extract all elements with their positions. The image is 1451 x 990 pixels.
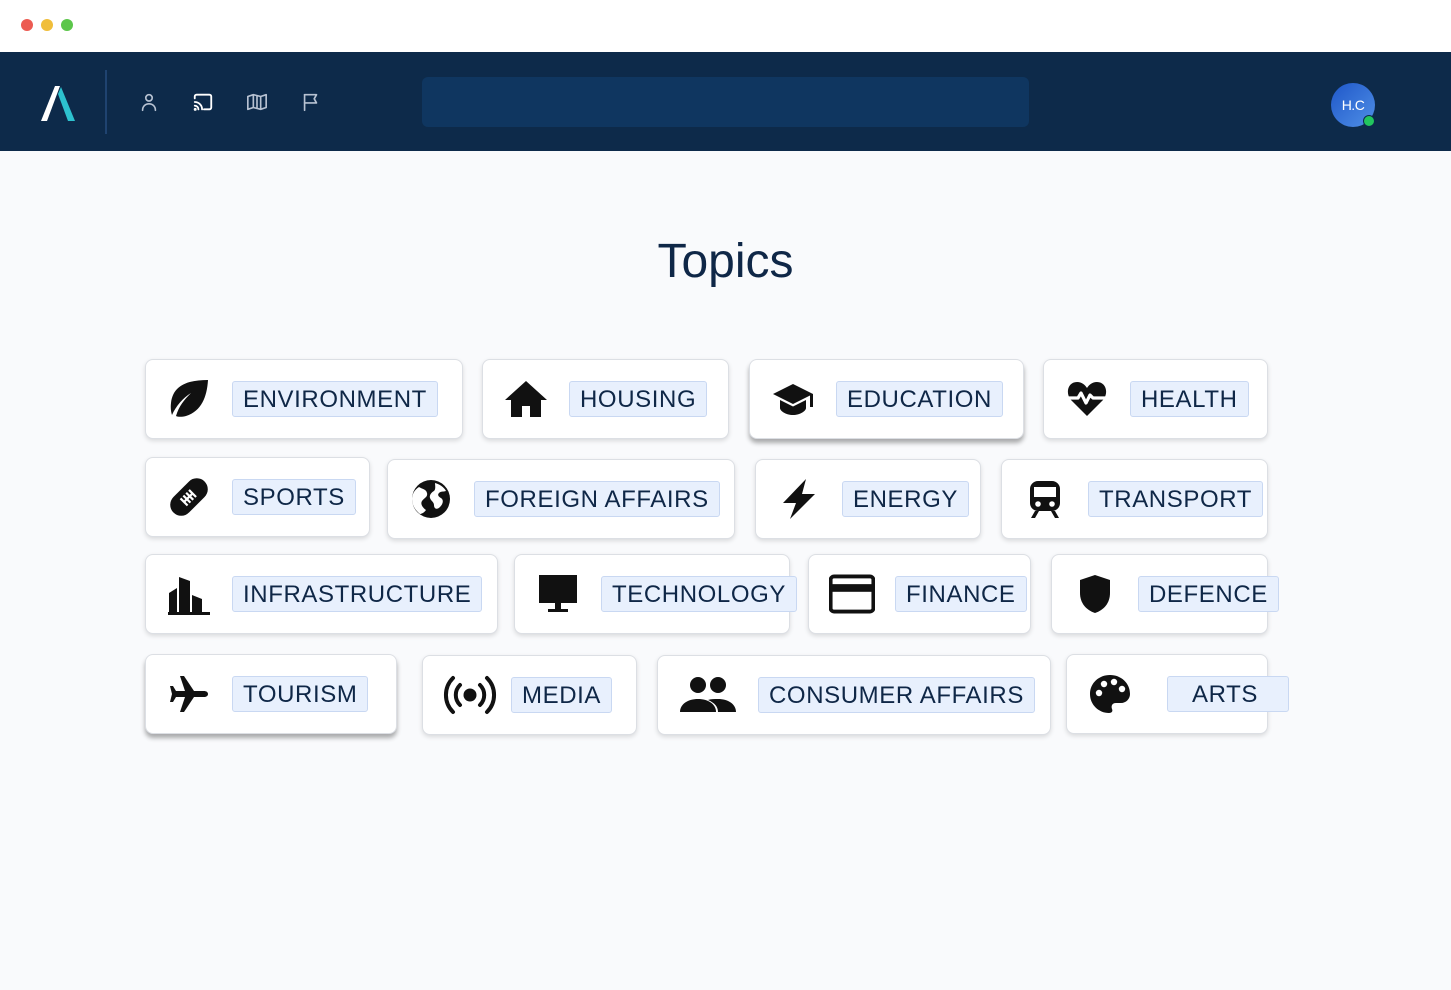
- nav-divider: [105, 70, 107, 134]
- page-title: Topics: [657, 235, 794, 288]
- credit-card-icon: [829, 571, 875, 617]
- top-navbar: H.C: [0, 52, 1451, 151]
- maximize-window-button[interactable]: [61, 19, 73, 31]
- minimize-window-button[interactable]: [41, 19, 53, 31]
- map-icon[interactable]: [246, 91, 268, 113]
- lightning-icon: [776, 476, 822, 522]
- globe-icon: [408, 476, 454, 522]
- topic-card-defence[interactable]: DEFENCE: [1051, 554, 1279, 634]
- online-status-indicator: [1363, 115, 1375, 127]
- topic-label: TRANSPORT: [1088, 481, 1263, 517]
- topic-label: ENVIRONMENT: [232, 381, 438, 417]
- person-icon[interactable]: [138, 91, 160, 113]
- train-icon: [1022, 476, 1068, 522]
- topic-label: DEFENCE: [1138, 576, 1279, 612]
- topic-label: HOUSING: [569, 381, 708, 417]
- topic-card-environment[interactable]: ENVIRONMENT: [145, 359, 463, 439]
- topic-card-consumer-affairs[interactable]: CONSUMER AFFAIRS: [657, 655, 1051, 735]
- topic-label: INFRASTRUCTURE: [232, 576, 483, 612]
- search-input[interactable]: [422, 77, 1029, 127]
- topic-card-media[interactable]: MEDIA: [422, 655, 637, 735]
- topic-card-infrastructure[interactable]: INFRASTRUCTURE: [145, 554, 498, 634]
- football-icon: [166, 474, 212, 520]
- topic-label: TOURISM: [232, 676, 369, 712]
- topic-label: TECHNOLOGY: [601, 576, 798, 612]
- topic-card-housing[interactable]: HOUSING: [482, 359, 729, 439]
- monitor-icon: [535, 571, 581, 617]
- topic-card-technology[interactable]: TECHNOLOGY: [514, 554, 798, 634]
- topic-card-health[interactable]: HEALTH: [1043, 359, 1268, 439]
- cast-icon[interactable]: [192, 91, 214, 113]
- heartbeat-icon: [1064, 376, 1110, 422]
- close-window-button[interactable]: [21, 19, 33, 31]
- topic-card-tourism[interactable]: TOURISM: [145, 654, 397, 734]
- topic-label: FOREIGN AFFAIRS: [474, 481, 720, 517]
- topic-card-foreign-affairs[interactable]: FOREIGN AFFAIRS: [387, 459, 735, 539]
- topic-card-transport[interactable]: TRANSPORT: [1001, 459, 1268, 539]
- broadcast-icon: [443, 672, 497, 718]
- flag-icon[interactable]: [300, 91, 322, 113]
- topic-card-energy[interactable]: ENERGY: [755, 459, 981, 539]
- graduation-cap-icon: [770, 376, 816, 422]
- topic-label: FINANCE: [895, 576, 1027, 612]
- topic-card-arts[interactable]: ARTS: [1066, 654, 1289, 734]
- topic-label: ENERGY: [842, 481, 969, 517]
- window-titlebar: [0, 0, 1451, 52]
- shield-icon: [1072, 571, 1118, 617]
- topic-card-education[interactable]: EDUCATION: [749, 359, 1024, 439]
- airplane-icon: [166, 671, 212, 717]
- palette-icon: [1087, 671, 1133, 717]
- buildings-icon: [166, 571, 212, 617]
- topic-label: EDUCATION: [836, 381, 1003, 417]
- topic-label: MEDIA: [511, 677, 613, 713]
- topic-label: CONSUMER AFFAIRS: [758, 677, 1035, 713]
- topic-label: HEALTH: [1130, 381, 1249, 417]
- people-icon: [678, 672, 738, 718]
- leaf-icon: [166, 376, 212, 422]
- app-logo-icon[interactable]: [38, 84, 78, 122]
- topic-card-finance[interactable]: FINANCE: [808, 554, 1031, 634]
- topic-label: SPORTS: [232, 479, 356, 515]
- topic-label: ARTS: [1167, 676, 1289, 712]
- house-icon: [503, 376, 549, 422]
- topic-card-sports[interactable]: SPORTS: [145, 457, 370, 537]
